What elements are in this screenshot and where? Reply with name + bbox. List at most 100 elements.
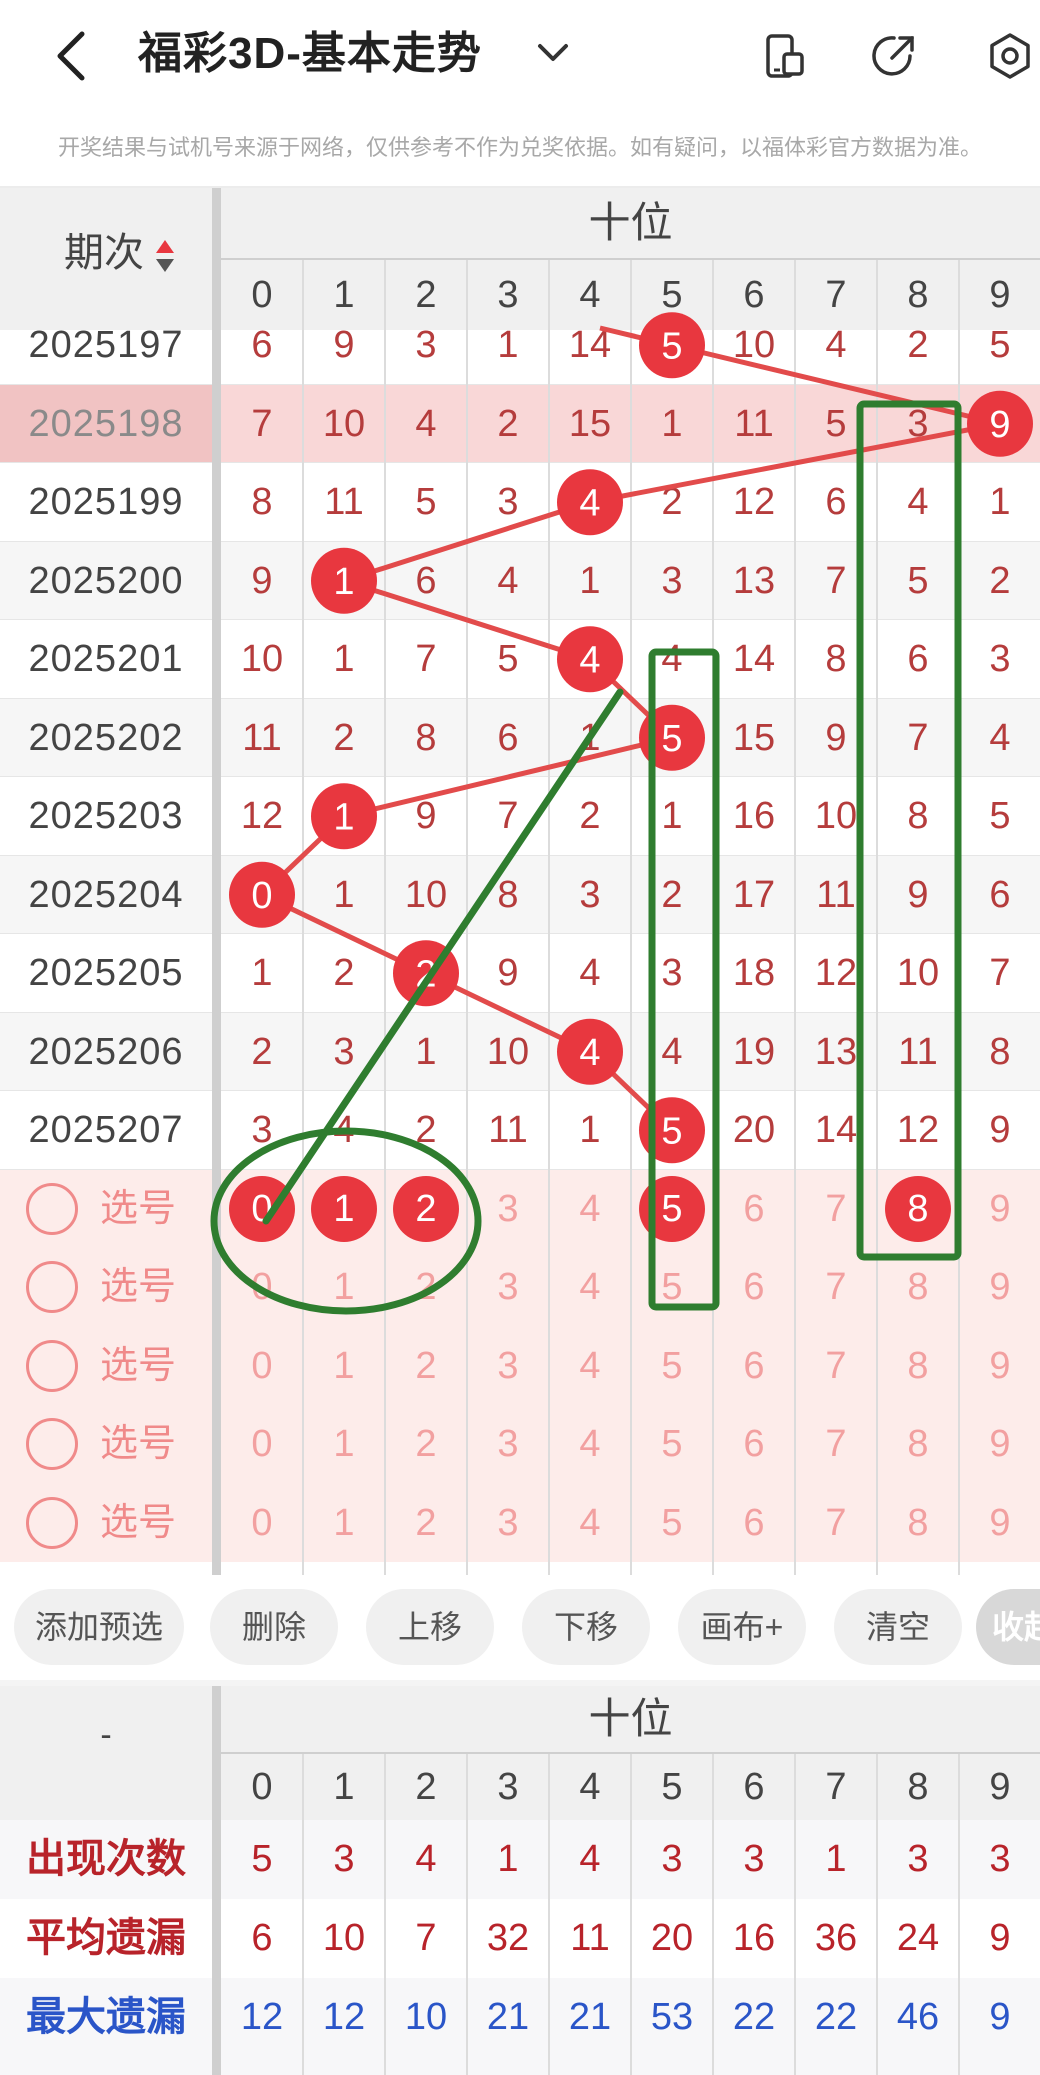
stats-column-divider	[548, 1754, 550, 2075]
pick-radio[interactable]	[26, 1496, 78, 1549]
pick-digit[interactable]: 7	[795, 1484, 877, 1562]
selected-digit[interactable]: 1	[311, 1175, 377, 1242]
pick-digit[interactable]: 4	[549, 1405, 631, 1483]
missing-count: 14	[568, 324, 612, 366]
collapse-button[interactable]: 收起	[976, 1589, 1040, 1665]
period-number: 2025204	[28, 873, 184, 916]
pick-digit[interactable]: 0	[221, 1248, 303, 1326]
pick-label[interactable]: 选号	[100, 1484, 176, 1562]
pick-digit[interactable]: 4	[549, 1248, 631, 1326]
chevron-down-icon[interactable]	[536, 36, 570, 70]
pick-digit[interactable]: 8	[877, 1405, 959, 1483]
move-down-button[interactable]: 下移	[522, 1589, 650, 1665]
pick-digit[interactable]: 3	[467, 1405, 549, 1483]
pick-digit[interactable]: 0	[221, 1405, 303, 1483]
missing-count: 2	[907, 324, 929, 366]
pick-digit[interactable]: 7	[795, 1170, 877, 1248]
missing-count: 1	[579, 1109, 601, 1151]
missing-count: 11	[324, 481, 364, 523]
pick-digit[interactable]: 3	[467, 1327, 549, 1405]
pick-digit[interactable]: 1	[303, 1327, 385, 1405]
missing-count: 1	[251, 952, 273, 994]
pick-digit[interactable]: 3	[467, 1484, 549, 1562]
pick-digit[interactable]: 7	[795, 1405, 877, 1483]
pick-digit[interactable]: 6	[713, 1327, 795, 1405]
pick-digit[interactable]: 9	[959, 1327, 1040, 1405]
missing-count: 8	[907, 795, 929, 837]
selected-digit[interactable]: 2	[393, 1175, 459, 1242]
pick-digit[interactable]: 5	[631, 1327, 713, 1405]
missing-count: 8	[497, 873, 519, 916]
period-number: 2025201	[28, 638, 184, 680]
missing-count: 4	[825, 324, 847, 366]
missing-count: 6	[415, 559, 437, 602]
pick-digit[interactable]: 6	[713, 1405, 795, 1483]
missing-count: 4	[661, 1030, 683, 1073]
column-divider	[794, 260, 796, 1575]
pick-radio[interactable]	[26, 1418, 78, 1470]
pick-label[interactable]: 选号	[100, 1327, 176, 1405]
pick-label[interactable]: 选号	[100, 1170, 176, 1248]
stats-value: 10	[322, 1917, 366, 1959]
pick-radio[interactable]	[26, 1339, 78, 1392]
canvas-plus-button[interactable]: 画布+	[678, 1589, 806, 1665]
pick-digit[interactable]: 9	[959, 1170, 1040, 1248]
pick-digit[interactable]: 7	[795, 1327, 877, 1405]
period-number: 2025197	[28, 324, 184, 366]
add-preselect-button[interactable]: 添加预选	[14, 1589, 184, 1665]
back-icon[interactable]	[52, 30, 92, 82]
pick-digit[interactable]: 4	[549, 1484, 631, 1562]
clear-button[interactable]: 清空	[834, 1589, 962, 1665]
stats-value: 22	[732, 1996, 776, 2038]
pick-digit[interactable]: 3	[467, 1170, 549, 1248]
pick-digit[interactable]: 9	[959, 1484, 1040, 1562]
pick-digit[interactable]: 1	[303, 1248, 385, 1326]
pick-digit[interactable]: 8	[877, 1484, 959, 1562]
selected-digit[interactable]: 8	[885, 1175, 951, 1242]
pick-digit[interactable]: 4	[549, 1327, 631, 1405]
pick-digit[interactable]: 9	[959, 1405, 1040, 1483]
pick-label[interactable]: 选号	[100, 1405, 176, 1483]
pick-label[interactable]: 选号	[100, 1248, 176, 1326]
pick-digit[interactable]: 2	[385, 1248, 467, 1326]
period-number: 2025200	[28, 559, 184, 602]
pick-digit[interactable]: 9	[959, 1248, 1040, 1326]
missing-count: 7	[907, 716, 929, 759]
move-up-button[interactable]: 上移	[366, 1589, 494, 1665]
pick-digit[interactable]: 0	[221, 1327, 303, 1405]
missing-count: 10	[896, 952, 940, 994]
pick-digit[interactable]: 6	[713, 1170, 795, 1248]
stats-column-divider	[302, 1754, 304, 2075]
selected-digit[interactable]: 5	[639, 1175, 705, 1242]
delete-button[interactable]: 删除	[210, 1589, 338, 1665]
pick-digit[interactable]: 6	[713, 1248, 795, 1326]
pick-digit[interactable]: 8	[877, 1327, 959, 1405]
sort-icon[interactable]	[154, 238, 176, 274]
missing-count: 6	[907, 638, 929, 680]
pick-digit[interactable]: 2	[385, 1484, 467, 1562]
settings-icon[interactable]	[986, 32, 1034, 80]
pick-digit[interactable]: 5	[631, 1484, 713, 1562]
pick-digit[interactable]: 7	[795, 1248, 877, 1326]
missing-count: 2	[251, 1030, 273, 1073]
phone-icon[interactable]	[760, 32, 808, 80]
pick-digit[interactable]: 5	[631, 1405, 713, 1483]
pick-digit[interactable]: 8	[877, 1248, 959, 1326]
pick-digit[interactable]: 2	[385, 1405, 467, 1483]
pick-radio[interactable]	[26, 1261, 78, 1313]
pick-digit[interactable]: 1	[303, 1405, 385, 1483]
pick-digit[interactable]: 5	[631, 1248, 713, 1326]
share-icon[interactable]	[870, 32, 918, 80]
pick-radio[interactable]	[26, 1182, 78, 1235]
stats-value: 6	[251, 1917, 273, 1959]
pick-digit[interactable]: 2	[385, 1327, 467, 1405]
page-title[interactable]: 福彩3D-基本走势	[138, 24, 482, 84]
pick-digit[interactable]: 6	[713, 1484, 795, 1562]
missing-count: 3	[333, 1030, 355, 1073]
pick-digit[interactable]: 4	[549, 1170, 631, 1248]
pick-digit[interactable]: 3	[467, 1248, 549, 1326]
pick-digit[interactable]: 0	[221, 1484, 303, 1562]
missing-count: 10	[732, 324, 776, 366]
selected-digit[interactable]: 0	[229, 1175, 295, 1242]
pick-digit[interactable]: 1	[303, 1484, 385, 1562]
